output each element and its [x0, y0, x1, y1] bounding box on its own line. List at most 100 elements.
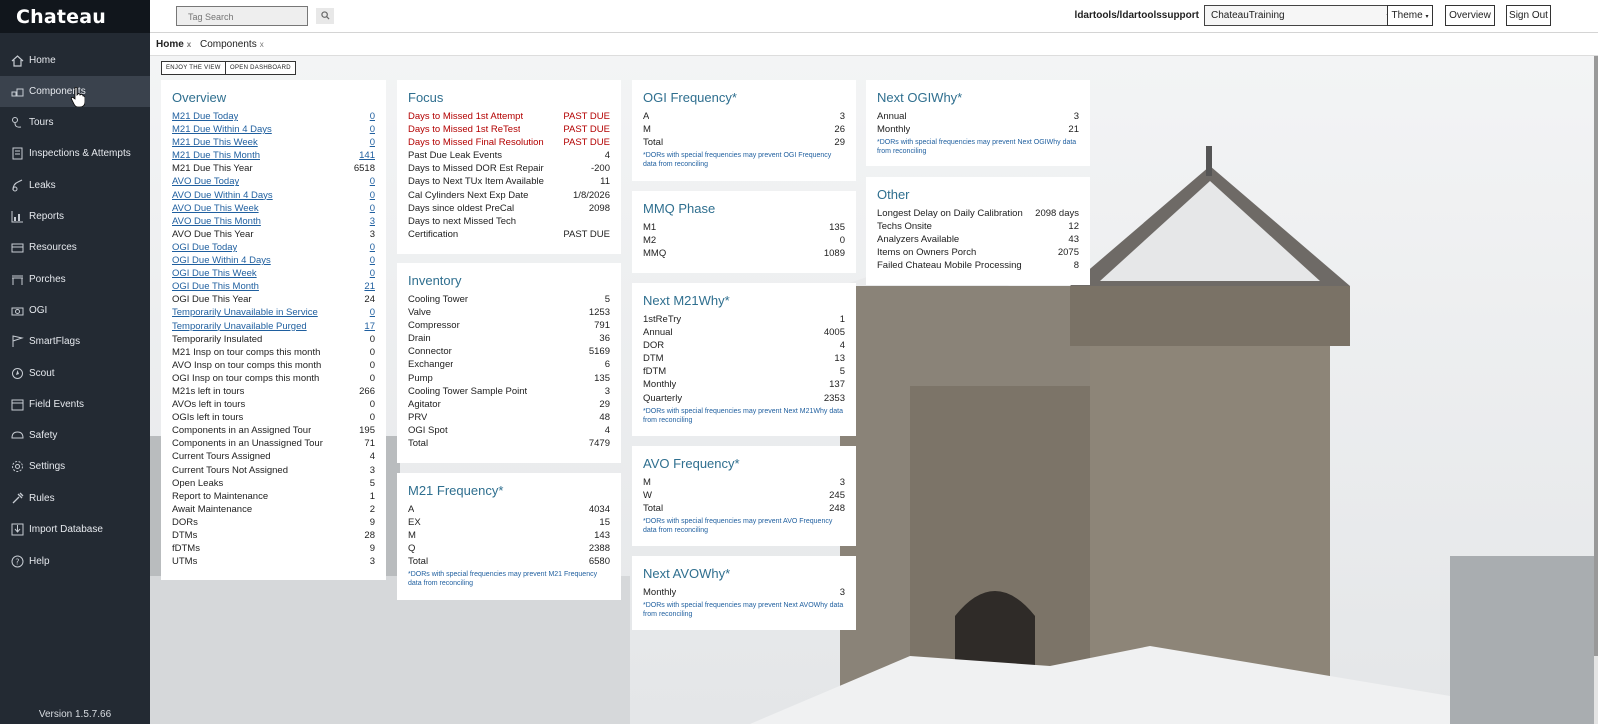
row-value[interactable]: 0 [370, 175, 375, 188]
row-value[interactable]: 0 [370, 123, 375, 136]
overview-panel: Overview M21 Due Today 0 M21 Due Within 4 … [161, 80, 386, 580]
sidebar-item-scout[interactable]: Scout [0, 358, 150, 389]
sidebar-item-help[interactable]: ? Help [0, 546, 150, 577]
row-label: Total [408, 438, 429, 450]
vertical-scrollbar[interactable] [1594, 56, 1598, 724]
close-icon[interactable]: x [260, 40, 264, 49]
row-label[interactable]: M21 Due This Week [172, 136, 258, 149]
sidebar-item-safety[interactable]: Safety [0, 420, 150, 451]
sidebar: Chateau Home Components Tours Inspections &… [0, 0, 150, 724]
row-label[interactable]: OGI Due This Month [172, 280, 259, 293]
row-value[interactable]: 0 [370, 306, 375, 319]
row-value[interactable]: 141 [359, 149, 375, 162]
tab-home[interactable]: Home x [156, 39, 191, 50]
row-label[interactable]: M21 Due Within 4 Days [172, 123, 272, 136]
sidebar-item-rules[interactable]: Rules [0, 483, 150, 514]
overview-row: OGI Due This Year 24 [172, 293, 375, 306]
row-value: 5 [839, 366, 845, 378]
row-label: Longest Delay on Daily Calibration [877, 208, 1023, 219]
open-dashboard-button[interactable]: OPEN DASHBOARD [225, 61, 296, 75]
overview-row[interactable]: AVO Due Today 0 [172, 175, 375, 188]
overview-row[interactable]: M21 Due Today 0 [172, 110, 375, 123]
row-value: 195 [359, 425, 375, 437]
row-label: Open Leaks [172, 477, 224, 489]
sign-out-button[interactable]: Sign Out [1506, 5, 1551, 26]
m21-frequency-note: *DORs with special frequencies may preve… [408, 571, 598, 588]
sidebar-item-home[interactable]: Home [0, 45, 150, 76]
sidebar-item-smartflags[interactable]: SmartFlags [0, 326, 150, 357]
overview-row[interactable]: AVO Due This Month 3 [172, 215, 375, 228]
tab-components[interactable]: Components x [200, 39, 264, 50]
sidebar-item-settings[interactable]: Settings [0, 451, 150, 482]
overview-row[interactable]: OGI Due This Month 21 [172, 280, 375, 293]
close-icon[interactable]: x [187, 40, 191, 49]
sidebar-item-inspections-attempts[interactable]: Inspections & Attempts [0, 138, 150, 169]
sidebar-item-import-database[interactable]: Import Database [0, 514, 150, 545]
overview-row[interactable]: Temporarily Unavailable Purged 17 [172, 320, 375, 333]
overview-button[interactable]: Overview [1445, 5, 1495, 26]
tag-search-input[interactable] [176, 6, 308, 26]
row-value[interactable]: 17 [364, 320, 375, 333]
inspections-icon [11, 147, 24, 160]
resources-icon [11, 241, 24, 254]
overview-row[interactable]: M21 Due This Week 0 [172, 136, 375, 149]
row-label[interactable]: OGI Due Today [172, 241, 237, 254]
sidebar-item-field-events[interactable]: Field Events [0, 389, 150, 420]
sidebar-item-reports[interactable]: Reports [0, 201, 150, 232]
row-value[interactable]: 0 [370, 110, 375, 123]
row-value[interactable]: 0 [370, 254, 375, 267]
row-value: 3 [369, 556, 375, 568]
overview-row[interactable]: OGI Due Within 4 Days 0 [172, 254, 375, 267]
row-value: 0 [369, 372, 375, 384]
rules-icon [11, 492, 24, 505]
row-label[interactable]: M21 Due Today [172, 110, 238, 123]
overview-row[interactable]: AVO Due Within 4 Days 0 [172, 189, 375, 202]
search-button[interactable] [316, 8, 334, 24]
avo-frequency-row: M3 [643, 476, 845, 489]
overview-row[interactable]: Temporarily Unavailable in Service 0 [172, 306, 375, 319]
overview-row[interactable]: OGI Due This Week 0 [172, 267, 375, 280]
row-label[interactable]: AVO Due This Month [172, 215, 261, 228]
overview-row[interactable]: M21 Due Within 4 Days 0 [172, 123, 375, 136]
database-icon [11, 523, 24, 536]
row-label[interactable]: AVO Due Within 4 Days [172, 189, 273, 202]
row-value[interactable]: 0 [370, 136, 375, 149]
row-label[interactable]: OGI Due Within 4 Days [172, 254, 271, 267]
site-select[interactable]: ChateauTraining ▼ [1204, 5, 1401, 26]
enjoy-the-view-button[interactable]: ENJOY THE VIEW [161, 61, 226, 75]
brand-logo[interactable]: Chateau [0, 0, 150, 33]
scrollbar-thumb[interactable] [1594, 56, 1598, 656]
row-label[interactable]: AVO Due This Week [172, 202, 259, 215]
row-label: Cooling Tower [408, 294, 469, 305]
row-value[interactable]: 0 [370, 189, 375, 202]
overview-row[interactable]: AVO Due This Week 0 [172, 202, 375, 215]
row-label[interactable]: OGI Due This Week [172, 267, 257, 280]
overview-row: OGI Insp on tour comps this month 0 [172, 372, 375, 385]
row-value: 0 [369, 399, 375, 411]
overview-row[interactable]: M21 Due This Month 141 [172, 149, 375, 162]
row-value[interactable]: 0 [370, 202, 375, 215]
flag-icon [11, 335, 24, 348]
row-label[interactable]: M21 Due This Month [172, 149, 260, 162]
overview-row: AVOs left in tours 0 [172, 398, 375, 411]
m21-frequency-row: Q 2388 [408, 542, 610, 555]
overview-row[interactable]: OGI Due Today 0 [172, 241, 375, 254]
sidebar-item-leaks[interactable]: Leaks [0, 170, 150, 201]
row-value: 1/8/2026 [573, 189, 610, 201]
mmq-phase-panel: MMQ Phase M1 135 M2 0 MMQ 1089 [632, 191, 856, 273]
row-label: Current Tours Not Assigned [172, 464, 288, 476]
sidebar-item-tours[interactable]: Tours [0, 107, 150, 138]
row-value: 5 [369, 477, 375, 489]
row-value[interactable]: 0 [370, 241, 375, 254]
theme-button[interactable]: Theme ▾ [1387, 5, 1433, 26]
row-label[interactable]: Temporarily Unavailable Purged [172, 320, 307, 333]
row-value[interactable]: 3 [370, 215, 375, 228]
row-label[interactable]: Temporarily Unavailable in Service [172, 306, 318, 319]
sidebar-item-ogi[interactable]: OGI [0, 295, 150, 326]
row-label: DTM [643, 353, 664, 365]
row-value[interactable]: 21 [364, 280, 375, 293]
sidebar-item-resources[interactable]: Resources [0, 232, 150, 263]
row-label[interactable]: AVO Due Today [172, 175, 239, 188]
sidebar-item-porches[interactable]: Porches [0, 264, 150, 295]
row-value[interactable]: 0 [370, 267, 375, 280]
